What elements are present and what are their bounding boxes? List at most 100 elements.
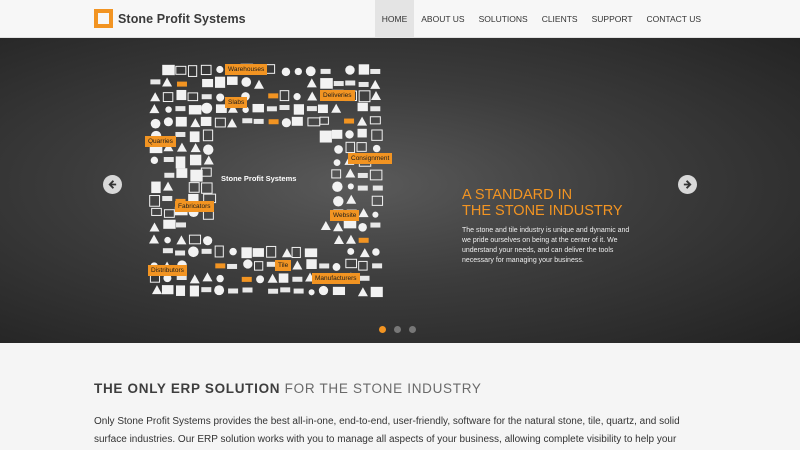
collage-shape [216, 65, 224, 74]
collage-shape [162, 196, 173, 202]
slider-prev-button[interactable] [103, 175, 122, 194]
collage-shape [347, 183, 354, 190]
collage-shape [345, 80, 356, 86]
collage-shape [162, 92, 174, 103]
logo-mark-icon [94, 9, 113, 28]
nav-support[interactable]: SUPPORT [585, 0, 640, 38]
collage-shape [372, 263, 383, 269]
collage-shape [293, 93, 301, 101]
collage-shape [214, 76, 226, 88]
nav-solutions[interactable]: SOLUTIONS [472, 0, 535, 38]
section-body: Only Stone Profit Systems provides the b… [94, 416, 680, 445]
collage-shape [358, 90, 371, 103]
collage-shape [369, 116, 381, 125]
collage-shape [189, 131, 200, 143]
collage-shape [151, 285, 162, 295]
chevron-right-icon [683, 180, 692, 189]
collage-shape [293, 104, 304, 115]
collage-shape [358, 64, 370, 75]
hero-copy: A STANDARD IN THE STONE INDUSTRY The sto… [462, 187, 637, 266]
collage-shape [214, 245, 224, 258]
slider-dot-3[interactable] [409, 326, 416, 333]
collage-shape [308, 289, 315, 296]
collage-shape [268, 288, 279, 294]
slider-dot-2[interactable] [394, 326, 401, 333]
collage-shape [163, 219, 176, 229]
tag-slabs: Slabs [225, 97, 248, 108]
collage-shape [369, 169, 383, 181]
collage-shape [201, 94, 212, 100]
collage-shape [163, 117, 173, 127]
collage-shape [320, 78, 333, 89]
collage-shape [151, 207, 162, 216]
collage-shape [200, 167, 212, 177]
collage-shape [201, 182, 213, 194]
collage-shape [357, 102, 368, 112]
collage-shape [201, 102, 213, 114]
collage-shape [214, 285, 225, 296]
collage-shape [305, 66, 316, 77]
collage-shape [370, 286, 383, 298]
collage-shape [280, 287, 291, 293]
collage-shape [370, 222, 381, 228]
collage-shape [370, 106, 381, 112]
collage-shape [176, 285, 186, 296]
collage-shape [358, 237, 369, 243]
slider-next-button[interactable] [678, 175, 697, 194]
collage-shape [357, 287, 368, 297]
collage-shape [228, 288, 239, 294]
collage-shape [214, 117, 226, 128]
collage-shape [175, 65, 187, 75]
collage-shape [279, 105, 290, 111]
collage-shape [268, 93, 279, 99]
collage-shape [163, 181, 174, 191]
collage-shape [189, 154, 202, 166]
collage-shape [242, 287, 253, 293]
collage-shape [291, 246, 301, 259]
collage-shape [345, 234, 356, 244]
collage-shape [345, 168, 356, 178]
collage-shape [319, 116, 329, 125]
collage-shape [318, 285, 329, 296]
collage-shape [202, 129, 214, 142]
collage-shape [306, 106, 317, 112]
collage-shape [268, 119, 279, 125]
slider-dot-1[interactable] [379, 326, 386, 333]
collage-shape [267, 273, 278, 283]
tag-consignment: Consignment [348, 153, 393, 164]
tag-quarries: Quarries [145, 136, 176, 147]
collage-shape [176, 81, 187, 87]
collage-shape [331, 169, 342, 179]
collage-shape [370, 68, 381, 74]
collage-shape [162, 64, 175, 76]
collage-shape [345, 130, 354, 139]
logo[interactable]: Stone Profit Systems [94, 9, 246, 28]
collage-shape [229, 247, 237, 256]
collage-shape [200, 64, 212, 76]
collage-shape [175, 131, 186, 137]
collage-shape [242, 118, 253, 124]
nav-about-us[interactable]: ABOUT US [414, 0, 471, 38]
nav-home[interactable]: HOME [374, 0, 415, 38]
collage-shape [292, 276, 303, 282]
collage-shape [359, 275, 370, 281]
collage-shape [150, 156, 159, 165]
nav-clients[interactable]: CLIENTS [535, 0, 585, 38]
collage-shape [175, 156, 186, 169]
collage-shape [344, 118, 355, 124]
collage-shape [175, 106, 186, 112]
hero-body: The stone and tile industry is unique an… [462, 227, 630, 264]
collage-shape [331, 103, 342, 113]
collage-shape [190, 143, 201, 153]
nav-contact-us[interactable]: CONTACT US [640, 0, 708, 38]
collage-shape [346, 194, 357, 204]
collage-shape [254, 261, 264, 271]
collage-shape [150, 79, 161, 85]
collage-shape [333, 222, 344, 232]
collage-shape [332, 181, 343, 192]
collage-shape [253, 118, 264, 124]
collage-shape [241, 77, 252, 87]
collage-shape [203, 155, 214, 165]
collage-shape [215, 263, 226, 269]
collage-shape [345, 65, 355, 75]
